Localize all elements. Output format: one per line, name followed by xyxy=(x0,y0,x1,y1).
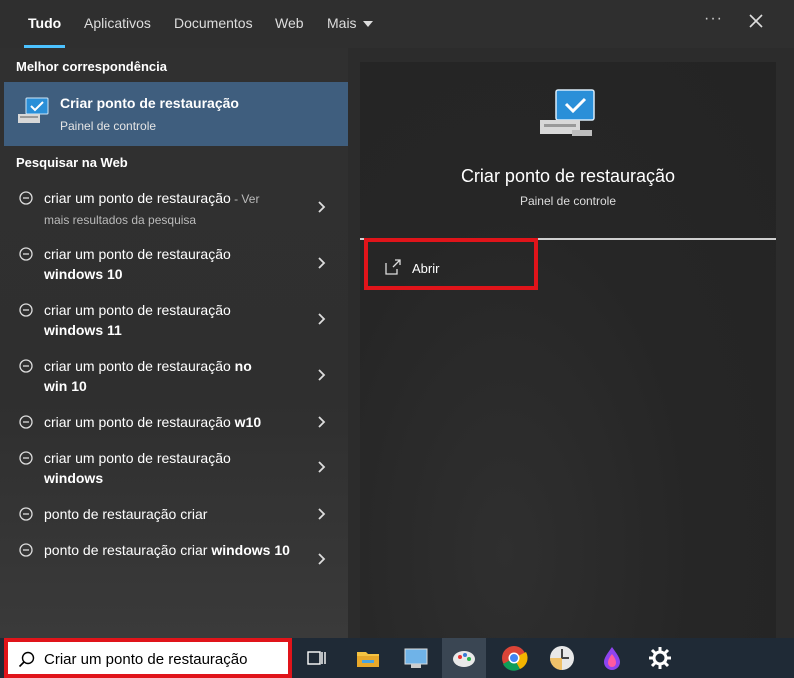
suggestion-bold: w10 xyxy=(234,414,262,430)
highlight-open-box xyxy=(364,238,538,290)
chevron-right-icon xyxy=(318,257,326,269)
tab-web[interactable]: Web xyxy=(275,0,304,48)
web-suggestion-item[interactable]: criar um ponto de restauração w10 xyxy=(0,412,348,436)
remote-desktop-icon[interactable] xyxy=(402,644,430,672)
search-bubble-icon xyxy=(19,543,33,557)
web-suggestion-item[interactable]: ponto de restauração criar windows 10 xyxy=(0,540,348,584)
web-suggestion-item[interactable]: criar um ponto de restauração no win 10 xyxy=(0,356,348,400)
best-match-title: Criar ponto de restauração xyxy=(60,95,239,111)
web-suggestion-item[interactable]: criar um ponto de restauração windows 10 xyxy=(0,244,348,288)
chevron-right-icon xyxy=(318,201,326,213)
suggestion-text: criar um ponto de restauração xyxy=(44,190,231,206)
drop-app-icon[interactable] xyxy=(598,644,626,672)
taskbar-search-box[interactable] xyxy=(4,638,292,678)
best-match-heading: Melhor correspondência xyxy=(16,59,167,74)
preview-subtitle: Painel de controle xyxy=(519,194,617,208)
search-icon xyxy=(18,651,35,668)
suggestion-bold: windows xyxy=(44,470,104,486)
web-suggestion-item[interactable]: ponto de restauração criar xyxy=(0,504,348,528)
suggestion-text: criar um ponto de restauração xyxy=(44,358,235,374)
suggestion-text: criar um ponto de restauração xyxy=(44,450,231,466)
close-icon[interactable] xyxy=(746,11,766,31)
search-tabs: Tudo Aplicativos Documentos Web Mais ··· xyxy=(0,0,794,48)
computer-restore-icon xyxy=(18,97,49,123)
suggestion-text: ponto de restauração criar xyxy=(44,542,212,558)
chevron-right-icon xyxy=(318,313,326,325)
paint-app-icon[interactable] xyxy=(450,644,478,672)
clock-app-icon[interactable] xyxy=(548,644,576,672)
search-bubble-icon xyxy=(19,359,33,373)
taskbar xyxy=(0,638,794,678)
suggestion-text: criar um ponto de restauração xyxy=(44,302,231,318)
best-match-item[interactable]: Criar ponto de restauração Painel de con… xyxy=(4,82,348,146)
tab-all[interactable]: Tudo xyxy=(23,0,66,48)
chevron-right-icon xyxy=(318,508,326,520)
tab-documents[interactable]: Documentos xyxy=(174,0,253,48)
tab-apps[interactable]: Aplicativos xyxy=(84,0,151,48)
start-search-panel: Tudo Aplicativos Documentos Web Mais ···… xyxy=(0,0,794,638)
web-suggestion-item[interactable]: criar um ponto de restauração windows 11 xyxy=(0,300,348,344)
search-bubble-icon xyxy=(19,507,33,521)
chrome-icon[interactable] xyxy=(500,644,528,672)
computer-restore-icon xyxy=(540,89,595,136)
search-input[interactable] xyxy=(44,648,284,670)
chevron-right-icon xyxy=(318,416,326,428)
suggestion-text: criar um ponto de restauração xyxy=(44,246,231,262)
chevron-right-icon xyxy=(318,553,326,565)
suggestion-bold: windows 11 xyxy=(44,322,122,338)
search-bubble-icon xyxy=(19,451,33,465)
results-list: Melhor correspondência Criar ponto de re… xyxy=(0,48,348,638)
preview-pane: Criar ponto de restauração Painel de con… xyxy=(360,62,776,638)
file-explorer-icon[interactable] xyxy=(354,644,382,672)
search-bubble-icon xyxy=(19,303,33,317)
more-options-icon[interactable]: ··· xyxy=(704,10,723,28)
tab-more[interactable]: Mais xyxy=(327,0,373,48)
settings-gear-icon[interactable] xyxy=(646,644,674,672)
best-match-subtitle: Painel de controle xyxy=(60,119,157,133)
tab-more-label: Mais xyxy=(327,15,357,31)
chevron-down-icon xyxy=(362,21,373,28)
search-bubble-icon xyxy=(19,415,33,429)
web-suggestion-item[interactable]: criar um ponto de restauração windows xyxy=(0,448,348,492)
suggestion-bold: windows 10 xyxy=(44,266,123,282)
web-search-heading: Pesquisar na Web xyxy=(16,155,128,170)
preview-title: Criar ponto de restauração xyxy=(460,166,676,186)
search-bubble-icon xyxy=(19,247,33,261)
chevron-right-icon xyxy=(318,461,326,473)
suggestion-bold: windows 10 xyxy=(211,542,290,558)
suggestion-text: ponto de restauração criar xyxy=(44,506,208,522)
chevron-right-icon xyxy=(318,369,326,381)
search-bubble-icon xyxy=(19,191,33,205)
suggestion-text: criar um ponto de restauração xyxy=(44,414,235,430)
task-view-icon[interactable] xyxy=(302,644,330,672)
web-suggestion-item[interactable]: criar um ponto de restauração - Ver mais… xyxy=(0,188,348,232)
